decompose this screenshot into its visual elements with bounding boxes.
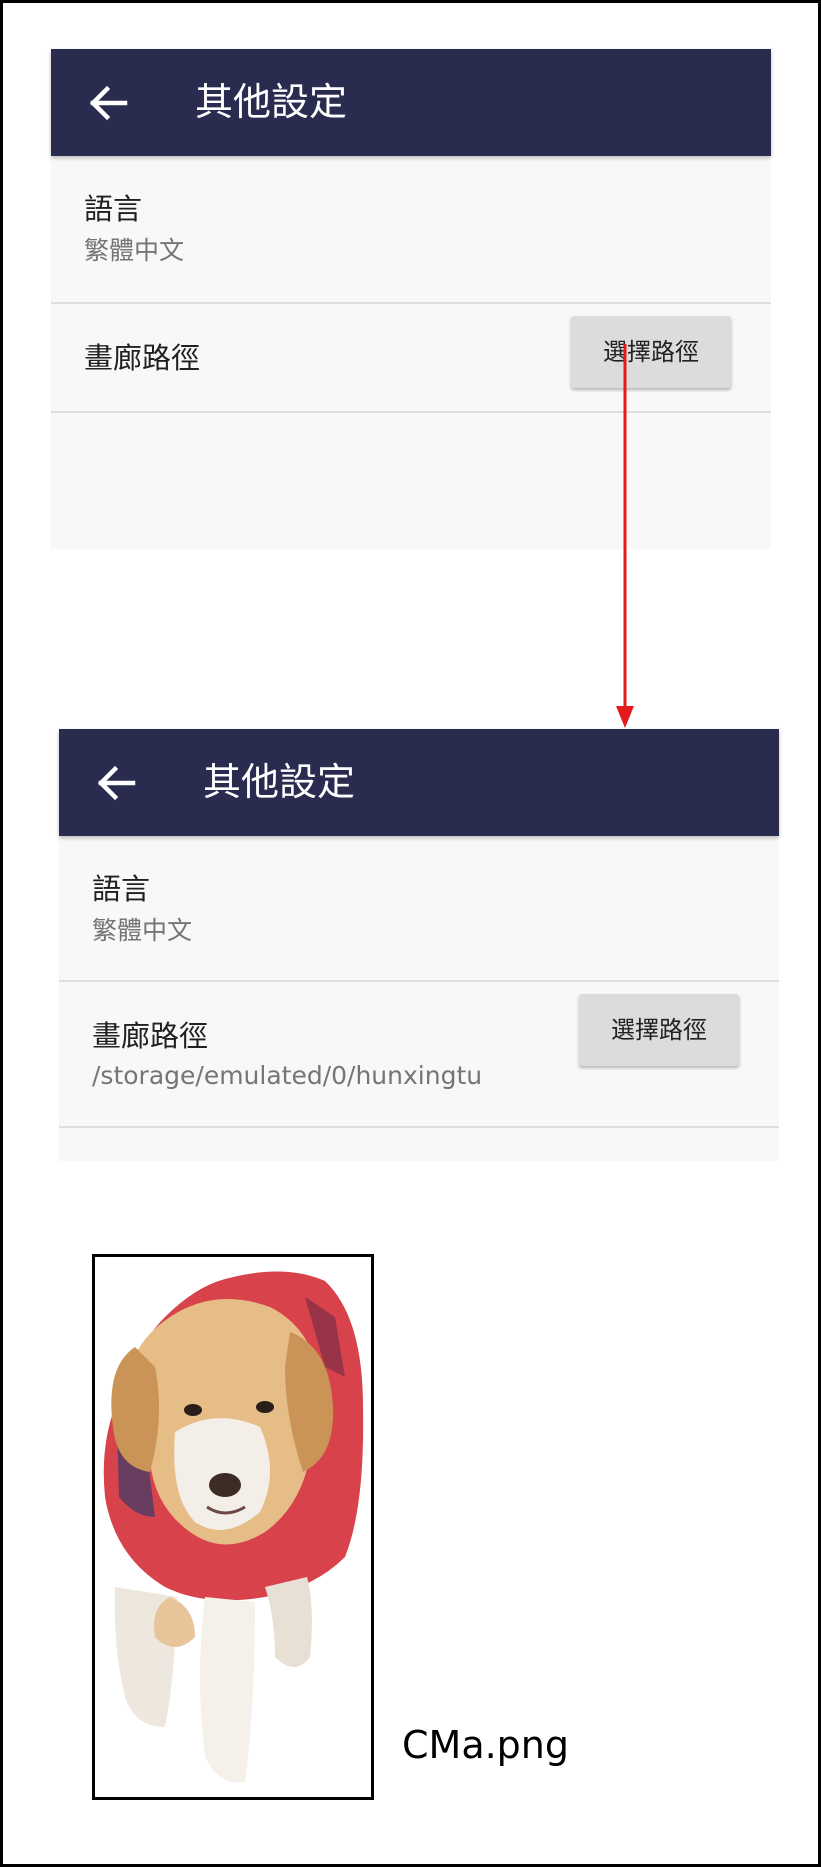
- dog-illustration: [103, 1271, 364, 1783]
- dog-image: [92, 1254, 374, 1800]
- image-filename-caption: CMa.png: [402, 1723, 570, 1767]
- arrow-head-icon: [616, 706, 634, 728]
